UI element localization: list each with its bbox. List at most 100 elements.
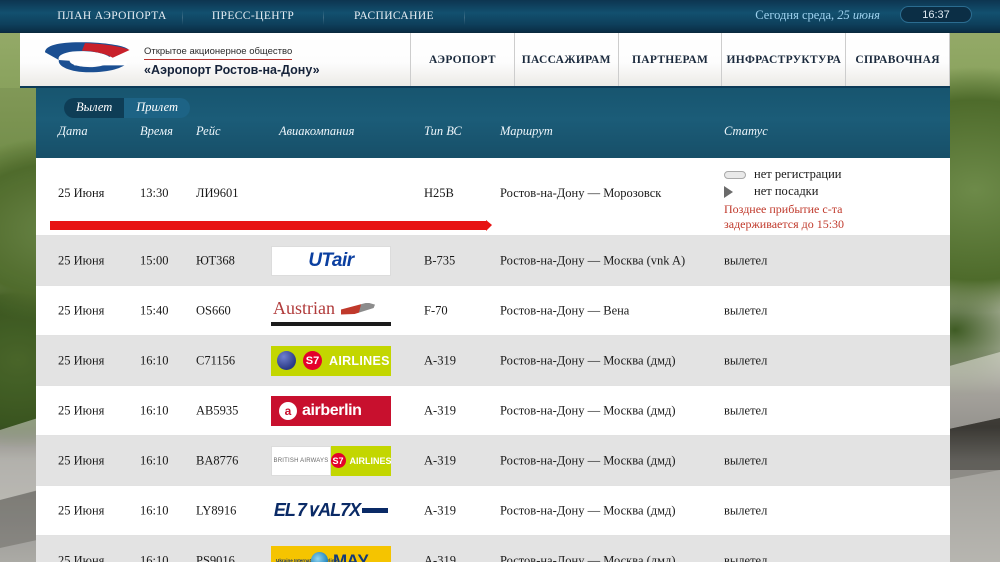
column-headers: Дата Время Рейс Авиакомпания Тип ВС Марш… — [36, 124, 950, 150]
british-airways-wordmark: BRITISH AIRWAYS — [271, 445, 331, 476]
main-nav-item-information[interactable]: СПРАВОЧНАЯ — [845, 33, 951, 86]
cell-aircraft: В-735 — [424, 253, 456, 267]
cell-aircraft: А-319 — [424, 503, 456, 517]
status-warning-line1: Позднее прибытие с-та — [724, 202, 843, 216]
s7-wordmark: AIRLINES — [329, 353, 390, 368]
airberlin-logo-icon: a airberlin — [271, 395, 391, 426]
cell-flight: BA8776 — [196, 453, 239, 467]
tab-departures[interactable]: Вылет — [64, 98, 125, 118]
el-al-bar-icon — [362, 508, 389, 513]
cell-airline-logo: S7 AIRLINES — [271, 345, 391, 376]
clock-display: 16:37 — [900, 6, 972, 23]
cell-route: Ростов-на-Дону — Морозовск — [500, 186, 662, 200]
cell-flight: LY8916 — [196, 503, 237, 517]
cell-time: 16:10 — [140, 553, 169, 562]
el-al-wordmark: EL — [273, 500, 296, 520]
tab-arrivals[interactable]: Прилет — [124, 98, 190, 118]
austrian-airlines-logo-icon: Austrian — [271, 296, 391, 326]
cell-aircraft: F-70 — [424, 303, 448, 317]
status-warning: Позднее прибытие с-та задерживается до 1… — [724, 202, 939, 232]
column-header-flight: Рейс — [196, 124, 221, 138]
cell-status: вылетел — [724, 403, 768, 417]
column-header-airline: Авиакомпания — [279, 124, 355, 138]
brand-block[interactable]: Открытое акционерное общество «Аэропорт … — [20, 33, 410, 86]
red-annotation-bar — [50, 220, 492, 231]
mau-logo-icon: Ukraine International Airlines МАУ — [271, 545, 391, 562]
table-row[interactable]: 25 Июня 16:10 PS9016 Ukraine Internation… — [36, 536, 950, 562]
cell-flight: ЮТ368 — [196, 253, 235, 267]
nav-separator — [464, 10, 465, 25]
top-nav-item-press-center[interactable]: ПРЕСС-ЦЕНТР — [183, 8, 323, 25]
cell-date: 25 Июня — [58, 403, 105, 417]
brand-text: Открытое акционерное общество «Аэропорт … — [144, 40, 320, 79]
main-nav: АЭРОПОРТ ПАССАЖИРАМ ПАРТНЕРАМ ИНФРАСТРУК… — [410, 33, 951, 86]
cell-route: Ростов-на-Дону — Москва (дмд) — [500, 553, 676, 562]
table-row[interactable]: 25 Июня 13:30 ЛИ9601 Н25В Ростов-на-Дону… — [36, 158, 950, 236]
cell-route: Ростов-на-Дону — Москва (дмд) — [500, 403, 676, 417]
column-header-status: Статус — [724, 124, 768, 138]
cell-time: 15:00 — [140, 253, 169, 267]
cell-time: 16:10 — [140, 403, 169, 417]
main-nav-item-partners[interactable]: ПАРТНЕРАМ — [617, 33, 722, 86]
oneworld-globe-icon — [277, 351, 296, 370]
table-row[interactable]: 25 Июня 16:10 BA8776 BRITISH AIRWAYS S7 … — [36, 436, 950, 486]
cell-route: Ростов-на-Дону — Москва (дмд) — [500, 353, 676, 367]
flight-board-table: 25 Июня 13:30 ЛИ9601 Н25В Ростов-на-Дону… — [36, 158, 950, 562]
main-nav-item-airport[interactable]: АЭРОПОРТ — [410, 33, 514, 86]
cell-time: 16:10 — [140, 453, 169, 467]
cell-route: Ростов-на-Дону — Москва (дмд) — [500, 503, 676, 517]
flight-board-header: Вылет Прилет Дата Время Рейс Авиакомпани… — [36, 88, 950, 158]
table-row[interactable]: 25 Июня 15:00 ЮТ368 UTair В-735 Ростов-н… — [36, 236, 950, 286]
cell-airline-logo: a airberlin — [271, 395, 391, 426]
cell-time: 13:30 — [140, 186, 169, 200]
cell-status: вылетел — [724, 503, 768, 517]
main-nav-item-passengers[interactable]: ПАССАЖИРАМ — [513, 33, 618, 86]
cell-status: вылетел — [724, 303, 768, 317]
cell-route: Ростов-на-Дону — Москва (vnk A) — [500, 253, 686, 267]
cell-date: 25 Июня — [58, 453, 105, 467]
airberlin-wordmark: airberlin — [302, 401, 362, 419]
column-header-route: Маршрут — [500, 124, 553, 138]
top-nav-item-schedule[interactable]: РАСПИСАНИЕ — [324, 8, 464, 25]
brand-title: «Аэропорт Ростов-на-Дону» — [144, 63, 320, 78]
today-prefix: Сегодня среда, — [755, 8, 835, 22]
cell-date: 25 Июня — [58, 253, 105, 267]
table-row[interactable]: 25 Июня 16:10 LY8916 EL 7∨AL7X А-319 Рос… — [36, 486, 950, 536]
cell-route: Ростов-на-Дону — Москва (дмд) — [500, 453, 676, 467]
cell-status: вылетел — [724, 353, 768, 367]
austrian-wordmark: Austrian — [273, 298, 335, 318]
cell-aircraft: А-319 — [424, 353, 456, 367]
table-row[interactable]: 25 Июня 15:40 OS660 Austrian F-70 Ростов… — [36, 286, 950, 336]
cell-flight: PS9016 — [196, 553, 235, 562]
cell-time: 16:10 — [140, 503, 169, 517]
s7-airlines-logo-icon: S7 AIRLINES — [271, 345, 391, 376]
el-al-hebrew-mark: 7∨AL7X — [296, 500, 361, 520]
table-row[interactable]: 25 Июня 16:10 AB5935 a airberlin А-319 Р… — [36, 386, 950, 436]
status-no-boarding-label: нет посадки — [754, 184, 819, 198]
airberlin-mark-icon: a — [279, 401, 297, 420]
cell-status: вылетел — [724, 253, 768, 267]
british-airways-s7-logo-icon: BRITISH AIRWAYS S7 AIRLINES — [271, 445, 391, 476]
cell-date: 25 Июня — [58, 503, 105, 517]
column-header-aircraft: Тип ВС — [424, 124, 462, 138]
cell-time: 16:10 — [140, 353, 169, 367]
status-no-boarding: нет посадки — [724, 183, 939, 200]
cell-time: 15:40 — [140, 303, 169, 317]
main-nav-item-infrastructure[interactable]: ИНФРАСТРУКТУРА — [721, 33, 845, 86]
s7-airlines-logo-icon: S7 AIRLINES — [330, 445, 391, 476]
triangle-play-icon — [724, 185, 754, 198]
s7-badge-icon: S7 — [303, 351, 322, 370]
top-nav-item-airport-plan[interactable]: ПЛАН АЭРОПОРТА — [42, 8, 182, 25]
table-row[interactable]: 25 Июня 16:10 С71156 S7 AIRLINES А-319 Р… — [36, 336, 950, 386]
cell-airline-logo: Austrian — [271, 296, 391, 326]
column-header-date: Дата — [58, 124, 88, 138]
cell-aircraft: А-319 — [424, 403, 456, 417]
status-warning-line2: задерживается до 15:30 — [724, 217, 845, 231]
cell-flight: OS660 — [196, 303, 231, 317]
today-date-value: 25 июня — [837, 8, 880, 22]
site-header: Открытое акционерное общество «Аэропорт … — [20, 33, 951, 88]
cell-status: нет регистрации нет посадки Позднее приб… — [724, 166, 939, 232]
mau-subtitle: Ukraine International Airlines — [276, 557, 340, 562]
austrian-swish-icon — [341, 302, 375, 315]
board-tabs: Вылет Прилет — [64, 98, 190, 118]
